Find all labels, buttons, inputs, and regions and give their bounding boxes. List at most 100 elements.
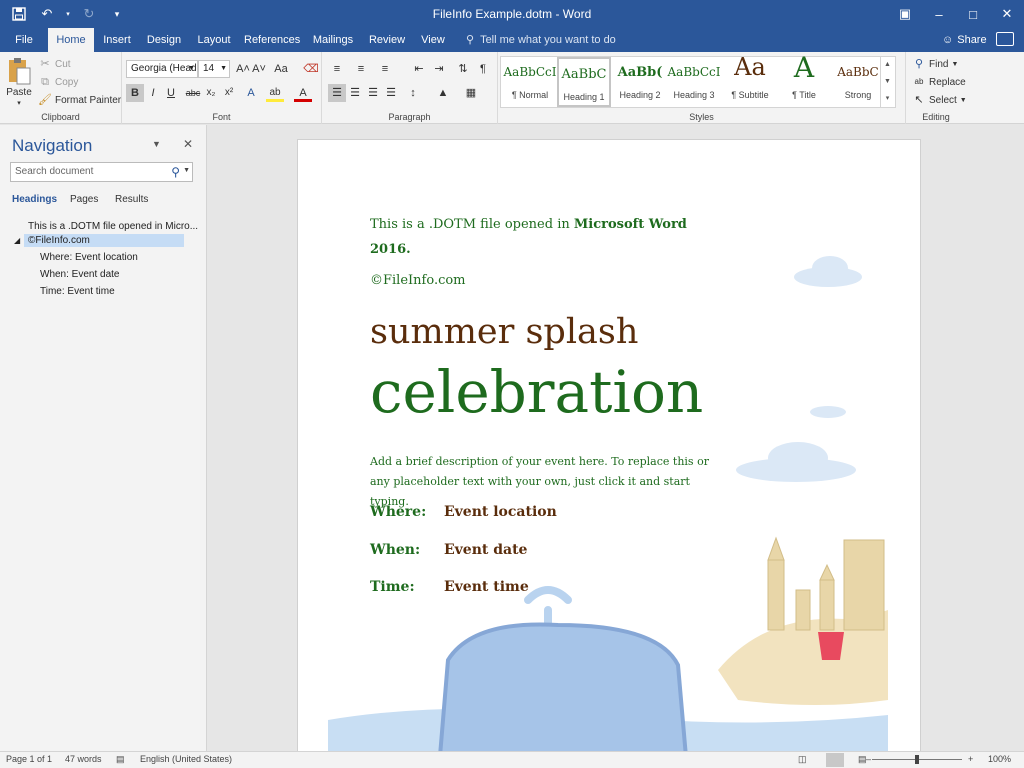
document-page[interactable]: This is a .DOTM file opened in Microsoft… (297, 139, 921, 751)
format-painter-button[interactable]: 🖌 Format Painter (38, 93, 121, 107)
numbering-icon[interactable]: ≡ (352, 60, 370, 78)
comment-icon[interactable] (996, 32, 1014, 46)
italic-button[interactable]: I (144, 84, 162, 102)
zoom-slider-knob[interactable] (915, 755, 919, 764)
subscript-button[interactable]: x₂ (202, 84, 220, 102)
tab-headings[interactable]: Headings (12, 194, 57, 205)
tab-view[interactable]: View (418, 28, 448, 52)
collapse-triangle-icon[interactable]: ◢ (14, 236, 20, 245)
highlight-button[interactable]: ab (266, 84, 284, 102)
superscript-button[interactable]: x² (220, 84, 238, 102)
tab-layout[interactable]: Layout (194, 28, 234, 52)
underline-button[interactable]: U (162, 84, 180, 102)
window-title: FileInfo Example.dotm - Word (432, 7, 592, 21)
tab-results[interactable]: Results (115, 194, 148, 205)
tab-design[interactable]: Design (144, 28, 184, 52)
select-button[interactable]: ↖ Select ▼ (912, 93, 967, 107)
page-count[interactable]: Page 1 of 1 (6, 754, 52, 764)
chevron-up-icon[interactable]: ▲ (881, 56, 894, 73)
justify-icon[interactable]: ☰ (382, 84, 400, 102)
chevron-down-icon: ▼ (220, 65, 227, 72)
close-icon[interactable]: ✕ (990, 0, 1024, 28)
document-area[interactable]: This is a .DOTM file opened in Microsoft… (208, 125, 1024, 751)
cloud-icon (812, 256, 848, 280)
increase-indent-icon[interactable]: ⇥ (430, 60, 448, 78)
style-normal[interactable]: AaBbCcI ¶ Normal (503, 57, 557, 107)
style-subtitle[interactable]: Aa ¶ Subtitle (723, 53, 777, 107)
align-center-icon[interactable]: ☰ (346, 84, 364, 102)
cut-button[interactable]: ✂ Cut (38, 57, 70, 71)
font-size-select[interactable]: 14 ▼ (198, 60, 230, 78)
bold-button[interactable]: B (126, 84, 144, 102)
zoom-slider[interactable] (872, 755, 962, 764)
ribbon-display-icon[interactable]: ▣ (888, 0, 922, 28)
shading-icon[interactable]: ▲ (434, 84, 452, 102)
more-icon[interactable]: ▾ (881, 90, 894, 107)
read-mode-icon[interactable]: ◫ (798, 754, 807, 765)
chevron-down-icon[interactable]: ▼ (881, 73, 894, 90)
nav-heading-item[interactable]: This is a .DOTM file opened in Micro... (28, 221, 198, 232)
tab-insert[interactable]: Insert (100, 28, 134, 52)
borders-icon[interactable]: ▦ (462, 84, 480, 102)
tab-file[interactable]: File (10, 28, 38, 52)
clear-formatting-button[interactable]: ⌫ (302, 60, 320, 78)
nav-heading-item[interactable]: Time: Event time (40, 286, 115, 297)
close-icon[interactable]: ✕ (183, 137, 193, 151)
copy-button[interactable]: ⧉ Copy (38, 75, 78, 89)
nav-heading-item[interactable]: ©FileInfo.com (24, 234, 184, 247)
style-title[interactable]: A ¶ Title (777, 51, 831, 107)
status-bar: Page 1 of 1 47 words ▤ English (United S… (0, 751, 1024, 768)
style-heading-2[interactable]: AaBb( Heading 2 (613, 57, 667, 107)
style-heading-3[interactable]: AaBbCcI Heading 3 (667, 57, 721, 107)
change-case-button[interactable]: Aa (270, 60, 292, 78)
minimize-icon[interactable]: – (922, 0, 956, 28)
style-strong[interactable]: AaBbC Strong (831, 57, 885, 107)
line-spacing-icon[interactable]: ↕ (404, 84, 422, 102)
shrink-font-button[interactable]: A˅ (250, 60, 268, 78)
nav-heading-item[interactable]: Where: Event location (40, 252, 138, 263)
ribbon: Paste ▾ ✂ Cut ⧉ Copy 🖌 Format Painter Clipb… (0, 51, 1024, 124)
strikethrough-button[interactable]: abc (184, 84, 202, 102)
tab-review[interactable]: Review (366, 28, 408, 52)
share-button[interactable]: ☺ Share (942, 28, 987, 52)
styles-gallery: AaBbCcI ¶ Normal AaBbC Heading 1 AaBb( H… (500, 51, 896, 108)
sort-icon[interactable]: ⇅ (454, 60, 472, 78)
chevron-down-icon: ▼ (959, 96, 967, 104)
print-layout-icon[interactable] (826, 753, 844, 767)
cloud-icon (768, 442, 828, 474)
intro-paragraph: This is a .DOTM file opened in Microsoft… (370, 217, 687, 257)
zoom-in-icon[interactable]: + (968, 754, 973, 764)
tab-pages[interactable]: Pages (70, 194, 98, 205)
language[interactable]: English (United States) (140, 754, 232, 764)
pilcrow-icon[interactable]: ¶ (474, 60, 492, 78)
chevron-down-icon[interactable]: ▼ (183, 167, 190, 174)
proofing-icon[interactable]: ▤ (116, 754, 125, 765)
paste-button[interactable]: Paste ▾ (6, 56, 32, 107)
multilevel-list-icon[interactable]: ≡ (376, 60, 394, 78)
tab-references[interactable]: References (244, 28, 300, 52)
style-heading-1[interactable]: AaBbC Heading 1 (557, 57, 611, 107)
styles-scroll[interactable]: ▲ ▼ ▾ (880, 56, 894, 108)
zoom-level[interactable]: 100% (988, 754, 1011, 764)
text-effects-button[interactable]: A (242, 84, 260, 102)
zoom-out-icon[interactable]: – (866, 754, 871, 764)
nav-heading-item[interactable]: When: Event date (40, 269, 120, 280)
tab-home[interactable]: Home (48, 28, 94, 52)
font-color-button[interactable]: A (294, 84, 312, 102)
font-family-select[interactable]: Georgia (Head ▼ (126, 60, 198, 78)
find-button[interactable]: ⚲ Find ▼ (912, 57, 958, 71)
decrease-indent-icon[interactable]: ⇤ (410, 60, 428, 78)
search-input[interactable]: Search document ⚲ ▼ (10, 162, 193, 182)
nav-options-icon[interactable]: ▼ (152, 139, 161, 149)
bullets-icon[interactable]: ≡ (328, 60, 346, 78)
word-count[interactable]: 47 words (65, 754, 102, 764)
align-right-icon[interactable]: ☰ (364, 84, 382, 102)
maximize-icon[interactable]: □ (956, 0, 990, 28)
event-title-line-2: celebration (370, 358, 704, 426)
replace-button[interactable]: ab Replace (912, 75, 966, 89)
tell-me-box[interactable]: ⚲ Tell me what you want to do (466, 28, 616, 52)
align-left-icon[interactable]: ☰ (328, 84, 346, 102)
tab-mailings[interactable]: Mailings (310, 28, 356, 52)
search-icon[interactable]: ⚲ (171, 165, 180, 179)
scissors-icon: ✂ (40, 58, 50, 70)
